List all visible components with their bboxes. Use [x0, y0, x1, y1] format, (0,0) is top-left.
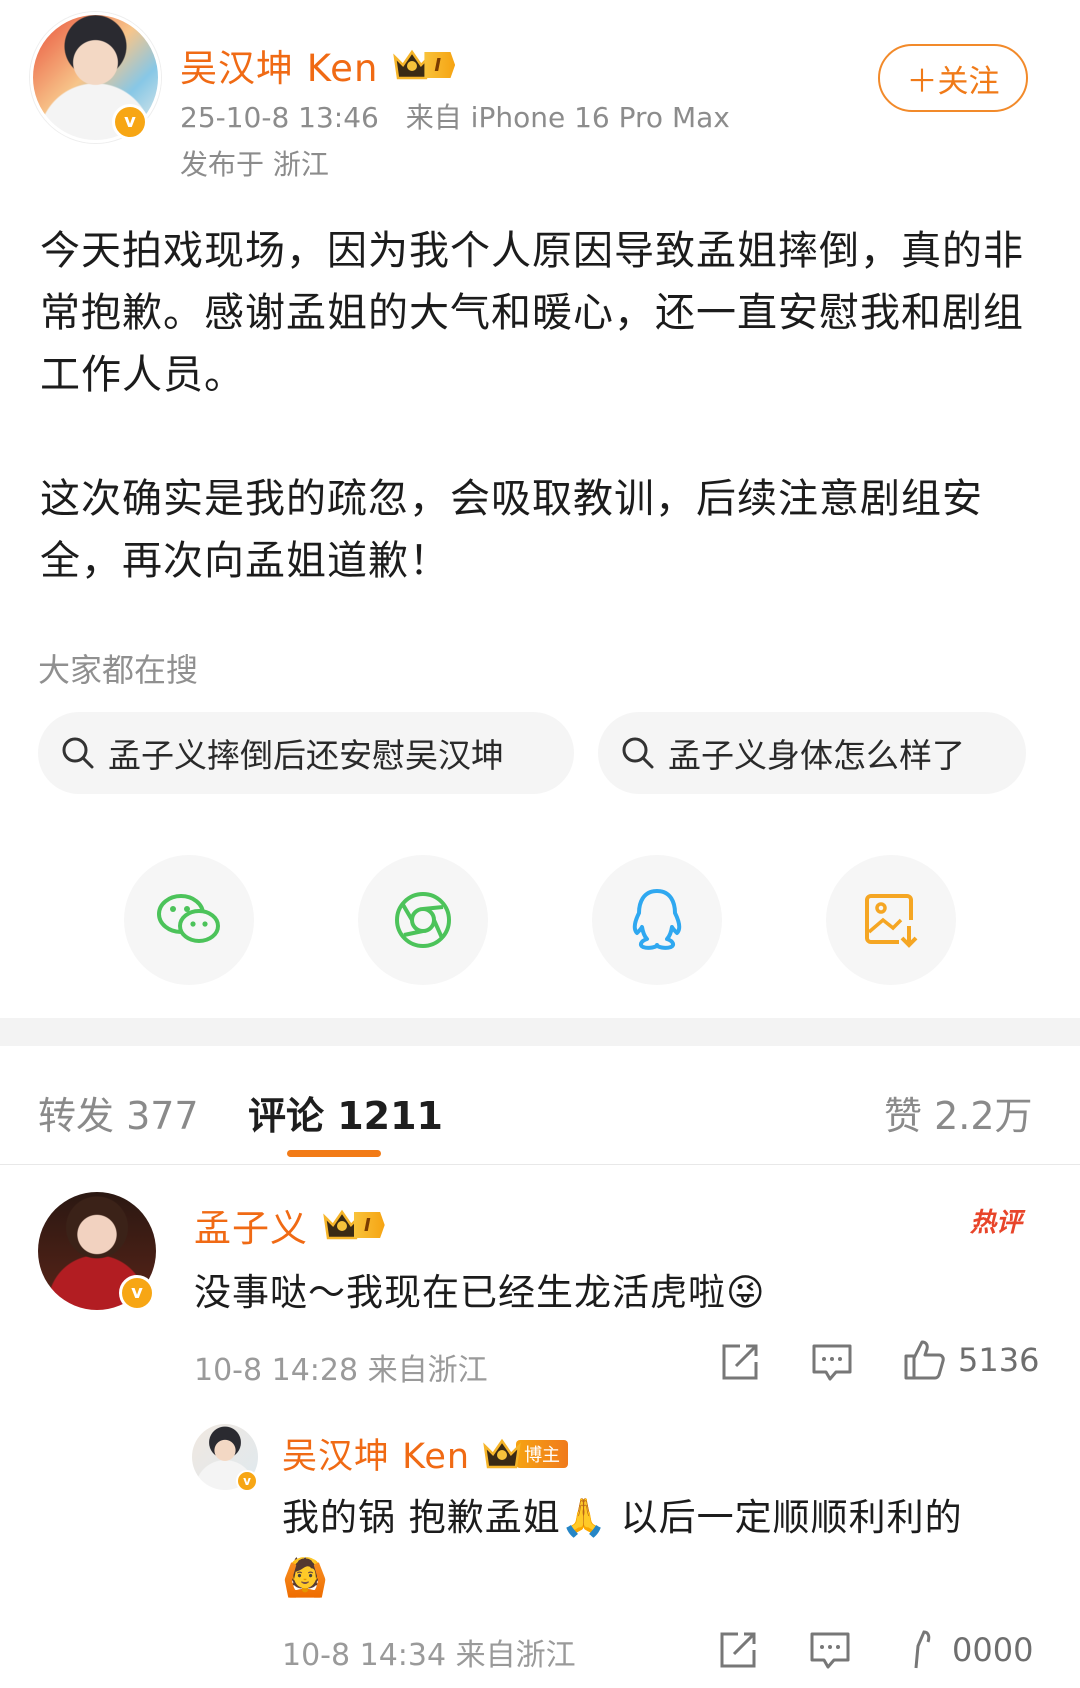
wink-emoji: 😜 — [726, 1271, 766, 1314]
comment-author-row: 孟子义 I — [194, 1198, 385, 1252]
trending-search-text-2: 孟子义身体怎么样了 — [668, 736, 965, 775]
post-source: 来自 iPhone 16 Pro Max — [405, 101, 730, 134]
share-icon — [720, 1632, 756, 1668]
crown-icon — [482, 1437, 522, 1471]
comment-share-button[interactable] — [718, 1342, 762, 1386]
member-badge[interactable]: I — [322, 1208, 385, 1242]
share-wechat-button[interactable] — [124, 855, 254, 985]
verified-badge-icon: v — [236, 1470, 258, 1492]
reply-text: 我的锅 抱歉孟姐🙏 以后一定顺顺利利的 🙆 — [282, 1488, 1042, 1608]
verified-badge-icon: v — [119, 1275, 155, 1311]
member-badge[interactable]: I — [392, 48, 456, 82]
reply-comment-button[interactable] — [808, 1630, 852, 1674]
member-level-tag: I — [424, 52, 456, 78]
reply-author-row: 吴汉坤 Ken 博主 — [282, 1428, 569, 1479]
post-paragraph-1: 今天拍戏现场，因为我个人原因导致孟姐摔倒，真的非常抱歉。感谢孟姐的大气和暖心，还… — [40, 228, 1024, 398]
follow-button[interactable]: ＋关注 — [878, 44, 1028, 112]
member-level-tag: I — [354, 1212, 385, 1238]
author-name-row: 吴汉坤 Ken I — [180, 38, 456, 92]
thumbs-up-icon — [904, 1340, 945, 1380]
reply-text-body: 我的锅 抱歉孟姐🙏 以后一定顺顺利利的 — [282, 1496, 963, 1539]
trending-search-title: 大家都在搜 — [38, 651, 199, 689]
comment-reply-button[interactable] — [810, 1342, 854, 1386]
comment-meta: 10-8 14:28 来自浙江 — [194, 1353, 488, 1388]
tab-comment[interactable]: 评论 1211 — [248, 1085, 443, 1140]
reply-share-button[interactable] — [716, 1630, 760, 1674]
post-meta-line: 25-10-8 13:46 来自 iPhone 16 Pro Max — [180, 96, 730, 136]
hot-comment-badge: 热评 — [970, 1208, 1023, 1238]
like-count: 5136 — [958, 1341, 1040, 1379]
save-image-button[interactable] — [826, 855, 956, 985]
reply-meta: 10-8 14:34 来自浙江 — [282, 1638, 576, 1673]
section-divider — [0, 1018, 1080, 1046]
comment-icon — [810, 1632, 850, 1669]
comment-text: 没事哒～我现在已经生龙活虎啦😜 — [194, 1262, 766, 1316]
tab-repost[interactable]: 转发 377 — [38, 1085, 199, 1140]
share-icon — [722, 1344, 758, 1380]
post-location: 发布于 浙江 — [180, 148, 329, 181]
active-tab-indicator — [287, 1150, 381, 1157]
post-time: 25-10-8 13:46 — [180, 101, 379, 134]
trending-search-chip-2[interactable]: 孟子义身体怎么样了 — [598, 712, 1026, 794]
tab-divider — [0, 1164, 1080, 1165]
reply-like-button[interactable]: 0000 — [910, 1628, 1033, 1672]
share-qq-button[interactable] — [592, 855, 722, 985]
search-icon — [622, 737, 654, 769]
save-image-icon — [865, 894, 918, 948]
verified-badge-icon: v — [112, 104, 148, 140]
reply-author-name[interactable]: 吴汉坤 Ken — [282, 1428, 470, 1479]
tab-like[interactable]: 赞 2.2万 — [884, 1085, 1033, 1140]
trending-search-chip-1[interactable]: 孟子义摔倒后还安慰吴汉坤 — [38, 712, 574, 794]
wechat-icon — [157, 894, 220, 943]
host-badge: 博主 — [482, 1437, 569, 1471]
comment-icon — [812, 1344, 852, 1381]
moments-icon — [395, 892, 451, 948]
post-content: 今天拍戏现场，因为我个人原因导致孟姐摔倒，真的非常抱歉。感谢孟姐的大气和暖心，还… — [40, 220, 1040, 592]
like-count: 0000 — [952, 1631, 1034, 1669]
post-paragraph-2: 这次确实是我的疏忽，会吸取教训，后续注意剧组安全，再次向孟姐道歉！ — [40, 476, 983, 584]
share-moments-button[interactable] — [358, 855, 488, 985]
reply-emoji: 🙆 — [282, 1556, 330, 1599]
qq-icon — [632, 889, 682, 950]
comment-like-button[interactable]: 5136 — [902, 1338, 1039, 1382]
comment-text-body: 没事哒～我现在已经生龙活虎啦 — [194, 1271, 726, 1314]
search-icon — [62, 737, 94, 769]
host-tag: 博主 — [516, 1439, 569, 1468]
trending-search-text-1: 孟子义摔倒后还安慰吴汉坤 — [108, 736, 504, 775]
comment-author-name[interactable]: 孟子义 — [194, 1198, 308, 1252]
author-name[interactable]: 吴汉坤 Ken — [180, 38, 378, 92]
thumbs-up-icon — [914, 1630, 931, 1669]
